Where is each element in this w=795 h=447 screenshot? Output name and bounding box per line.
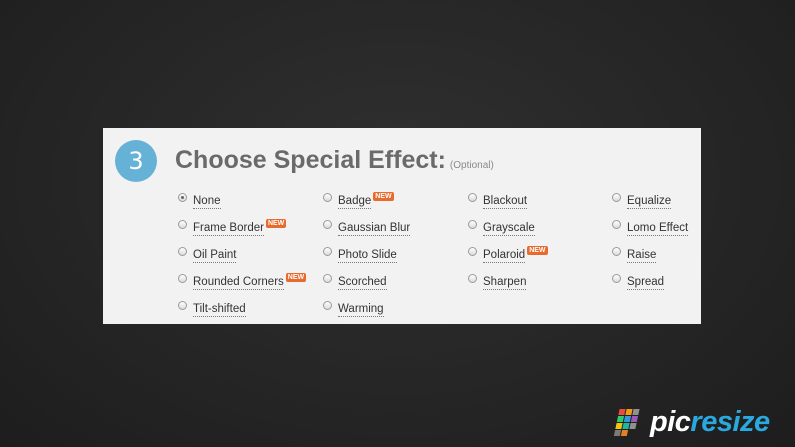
effect-label[interactable]: Gaussian Blur [338,222,411,236]
effect-radio[interactable] [612,219,621,229]
effect-label[interactable]: Blackout [483,195,528,209]
effect-radio[interactable] [468,246,477,256]
effect-option[interactable]: Scorched [323,273,387,290]
effect-label[interactable]: Tilt-shifted [193,303,246,317]
effect-label[interactable]: Oil Paint [193,249,237,263]
new-badge: NEW [285,272,307,282]
effect-option[interactable]: Spread [612,273,665,290]
effect-radio[interactable] [178,192,187,202]
effect-radio[interactable] [612,246,621,256]
effect-option[interactable]: Tilt-shifted [178,300,246,317]
effect-radio[interactable] [468,273,477,283]
effect-option[interactable]: Polaroid NEW [468,245,548,263]
effect-label[interactable]: Warming [338,303,384,317]
special-effect-panel: 3 Choose Special Effect: (Optional) None B… [103,128,701,324]
logo-text-resize: resize [690,405,770,438]
effect-option[interactable]: Rounded Corners NEW [178,272,307,290]
effect-option[interactable]: Equalize [612,192,672,209]
effect-radio[interactable] [178,219,187,229]
effect-option[interactable]: Badge NEW [323,191,394,209]
effect-label[interactable]: Badge [338,195,372,209]
effect-radio[interactable] [468,192,477,202]
effect-label[interactable]: Equalize [627,195,672,209]
effect-radio[interactable] [323,300,332,310]
effect-radio[interactable] [323,246,332,256]
effect-option[interactable]: Gaussian Blur [323,219,411,236]
effect-label[interactable]: Polaroid [483,249,526,263]
effect-option[interactable]: Raise [612,246,657,263]
effect-option[interactable]: Sharpen [468,273,527,290]
effect-label[interactable]: Lomo Effect [627,222,689,236]
section-title-text: Choose Special Effect: [175,146,446,174]
effect-radio[interactable] [178,300,187,310]
effect-label[interactable]: Raise [627,249,657,263]
effect-option[interactable]: Oil Paint [178,246,237,263]
new-badge: NEW [265,218,287,228]
step-number-badge: 3 [115,140,157,182]
effect-radio[interactable] [178,246,187,256]
effect-option[interactable]: Blackout [468,192,528,209]
section-title: Choose Special Effect: (Optional) [175,146,494,175]
effect-label[interactable]: Grayscale [483,222,535,236]
logo-text-pic: pic [650,405,691,438]
effect-label[interactable]: None [193,195,221,209]
effect-radio[interactable] [612,192,621,202]
new-badge: NEW [373,191,394,201]
effect-option[interactable]: Grayscale [468,219,535,236]
effect-label[interactable]: Spread [627,276,665,290]
grid-logo-icon [613,409,640,436]
optional-note: (Optional) [449,160,494,171]
effect-radio[interactable] [323,219,332,229]
effect-label[interactable]: Scorched [338,276,387,290]
effect-radio[interactable] [178,273,187,283]
effect-option[interactable]: Photo Slide [323,246,397,263]
effect-radio[interactable] [468,219,477,229]
effect-option[interactable]: Lomo Effect [612,219,689,236]
effect-radio[interactable] [323,192,332,202]
effect-label[interactable]: Photo Slide [338,249,397,263]
effect-option[interactable]: Warming [323,300,384,317]
effect-radio[interactable] [323,273,332,283]
effect-label[interactable]: Sharpen [483,276,527,290]
picresize-logo: picresize [612,402,770,442]
effect-option[interactable]: Frame Border NEW [178,218,287,236]
effect-radio[interactable] [612,273,621,283]
effect-label[interactable]: Rounded Corners [193,276,284,290]
effect-label[interactable]: Frame Border [193,222,264,236]
effect-option[interactable]: None [178,192,221,209]
new-badge: NEW [527,245,548,255]
